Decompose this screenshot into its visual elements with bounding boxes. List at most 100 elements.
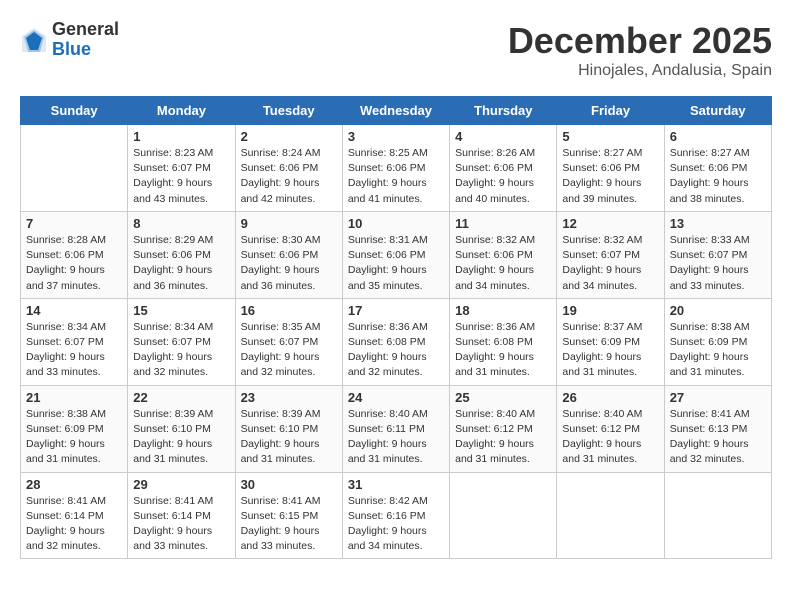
calendar-cell-w3-d1: 14 Sunrise: 8:34 AMSunset: 6:07 PMDaylig…: [21, 298, 128, 385]
date-number: 6: [670, 129, 766, 144]
calendar-cell-w2-d3: 9 Sunrise: 8:30 AMSunset: 6:06 PMDayligh…: [235, 211, 342, 298]
calendar-cell-w5-d6: [557, 472, 664, 559]
date-number: 17: [348, 303, 444, 318]
cell-info: Sunrise: 8:41 AMSunset: 6:15 PMDaylight:…: [241, 494, 337, 555]
date-number: 7: [26, 216, 122, 231]
calendar-cell-w4-d3: 23 Sunrise: 8:39 AMSunset: 6:10 PMDaylig…: [235, 385, 342, 472]
calendar-cell-w2-d5: 11 Sunrise: 8:32 AMSunset: 6:06 PMDaylig…: [450, 211, 557, 298]
cell-info: Sunrise: 8:24 AMSunset: 6:06 PMDaylight:…: [241, 146, 337, 207]
cell-info: Sunrise: 8:27 AMSunset: 6:06 PMDaylight:…: [670, 146, 766, 207]
calendar-cell-w5-d3: 30 Sunrise: 8:41 AMSunset: 6:15 PMDaylig…: [235, 472, 342, 559]
date-number: 3: [348, 129, 444, 144]
calendar-cell-w3-d2: 15 Sunrise: 8:34 AMSunset: 6:07 PMDaylig…: [128, 298, 235, 385]
header-sunday: Sunday: [21, 97, 128, 125]
cell-info: Sunrise: 8:41 AMSunset: 6:14 PMDaylight:…: [133, 494, 229, 555]
date-number: 13: [670, 216, 766, 231]
cell-info: Sunrise: 8:40 AMSunset: 6:12 PMDaylight:…: [562, 407, 658, 468]
header-tuesday: Tuesday: [235, 97, 342, 125]
date-number: 28: [26, 477, 122, 492]
date-number: 26: [562, 390, 658, 405]
location-title: Hinojales, Andalusia, Spain: [508, 62, 772, 80]
cell-info: Sunrise: 8:36 AMSunset: 6:08 PMDaylight:…: [348, 320, 444, 381]
cell-info: Sunrise: 8:35 AMSunset: 6:07 PMDaylight:…: [241, 320, 337, 381]
date-number: 21: [26, 390, 122, 405]
logo-general: General: [52, 19, 119, 39]
header-wednesday: Wednesday: [342, 97, 449, 125]
cell-info: Sunrise: 8:28 AMSunset: 6:06 PMDaylight:…: [26, 233, 122, 294]
calendar-cell-w5-d5: [450, 472, 557, 559]
calendar-week-4: 21 Sunrise: 8:38 AMSunset: 6:09 PMDaylig…: [21, 385, 772, 472]
cell-info: Sunrise: 8:40 AMSunset: 6:12 PMDaylight:…: [455, 407, 551, 468]
calendar-week-5: 28 Sunrise: 8:41 AMSunset: 6:14 PMDaylig…: [21, 472, 772, 559]
calendar-cell-w4-d1: 21 Sunrise: 8:38 AMSunset: 6:09 PMDaylig…: [21, 385, 128, 472]
cell-info: Sunrise: 8:39 AMSunset: 6:10 PMDaylight:…: [241, 407, 337, 468]
cell-info: Sunrise: 8:41 AMSunset: 6:13 PMDaylight:…: [670, 407, 766, 468]
calendar-cell-w1-d4: 3 Sunrise: 8:25 AMSunset: 6:06 PMDayligh…: [342, 125, 449, 212]
logo: General Blue: [20, 20, 119, 60]
date-number: 23: [241, 390, 337, 405]
cell-info: Sunrise: 8:29 AMSunset: 6:06 PMDaylight:…: [133, 233, 229, 294]
calendar-table: Sunday Monday Tuesday Wednesday Thursday…: [20, 96, 772, 559]
cell-info: Sunrise: 8:30 AMSunset: 6:06 PMDaylight:…: [241, 233, 337, 294]
date-number: 9: [241, 216, 337, 231]
date-number: 11: [455, 216, 551, 231]
date-number: 29: [133, 477, 229, 492]
cell-info: Sunrise: 8:40 AMSunset: 6:11 PMDaylight:…: [348, 407, 444, 468]
cell-info: Sunrise: 8:36 AMSunset: 6:08 PMDaylight:…: [455, 320, 551, 381]
cell-info: Sunrise: 8:32 AMSunset: 6:07 PMDaylight:…: [562, 233, 658, 294]
date-number: 2: [241, 129, 337, 144]
header-thursday: Thursday: [450, 97, 557, 125]
date-number: 15: [133, 303, 229, 318]
cell-info: Sunrise: 8:38 AMSunset: 6:09 PMDaylight:…: [670, 320, 766, 381]
calendar-cell-w5-d1: 28 Sunrise: 8:41 AMSunset: 6:14 PMDaylig…: [21, 472, 128, 559]
calendar-cell-w4-d2: 22 Sunrise: 8:39 AMSunset: 6:10 PMDaylig…: [128, 385, 235, 472]
calendar-cell-w5-d7: [664, 472, 771, 559]
calendar-week-2: 7 Sunrise: 8:28 AMSunset: 6:06 PMDayligh…: [21, 211, 772, 298]
date-number: 20: [670, 303, 766, 318]
calendar-cell-w3-d4: 17 Sunrise: 8:36 AMSunset: 6:08 PMDaylig…: [342, 298, 449, 385]
date-number: 10: [348, 216, 444, 231]
calendar-header-row: Sunday Monday Tuesday Wednesday Thursday…: [21, 97, 772, 125]
cell-info: Sunrise: 8:38 AMSunset: 6:09 PMDaylight:…: [26, 407, 122, 468]
calendar-cell-w1-d2: 1 Sunrise: 8:23 AMSunset: 6:07 PMDayligh…: [128, 125, 235, 212]
date-number: 8: [133, 216, 229, 231]
cell-info: Sunrise: 8:27 AMSunset: 6:06 PMDaylight:…: [562, 146, 658, 207]
cell-info: Sunrise: 8:42 AMSunset: 6:16 PMDaylight:…: [348, 494, 444, 555]
title-section: December 2025 Hinojales, Andalusia, Spai…: [508, 20, 772, 80]
cell-info: Sunrise: 8:23 AMSunset: 6:07 PMDaylight:…: [133, 146, 229, 207]
calendar-cell-w4-d5: 25 Sunrise: 8:40 AMSunset: 6:12 PMDaylig…: [450, 385, 557, 472]
calendar-cell-w2-d1: 7 Sunrise: 8:28 AMSunset: 6:06 PMDayligh…: [21, 211, 128, 298]
cell-info: Sunrise: 8:37 AMSunset: 6:09 PMDaylight:…: [562, 320, 658, 381]
calendar-cell-w1-d7: 6 Sunrise: 8:27 AMSunset: 6:06 PMDayligh…: [664, 125, 771, 212]
date-number: 18: [455, 303, 551, 318]
date-number: 24: [348, 390, 444, 405]
cell-info: Sunrise: 8:31 AMSunset: 6:06 PMDaylight:…: [348, 233, 444, 294]
date-number: 4: [455, 129, 551, 144]
calendar-cell-w2-d4: 10 Sunrise: 8:31 AMSunset: 6:06 PMDaylig…: [342, 211, 449, 298]
calendar-cell-w1-d3: 2 Sunrise: 8:24 AMSunset: 6:06 PMDayligh…: [235, 125, 342, 212]
date-number: 25: [455, 390, 551, 405]
month-title: December 2025: [508, 20, 772, 62]
cell-info: Sunrise: 8:32 AMSunset: 6:06 PMDaylight:…: [455, 233, 551, 294]
cell-info: Sunrise: 8:33 AMSunset: 6:07 PMDaylight:…: [670, 233, 766, 294]
calendar-cell-w1-d6: 5 Sunrise: 8:27 AMSunset: 6:06 PMDayligh…: [557, 125, 664, 212]
cell-info: Sunrise: 8:25 AMSunset: 6:06 PMDaylight:…: [348, 146, 444, 207]
cell-info: Sunrise: 8:39 AMSunset: 6:10 PMDaylight:…: [133, 407, 229, 468]
logo-blue: Blue: [52, 39, 91, 59]
date-number: 19: [562, 303, 658, 318]
date-number: 22: [133, 390, 229, 405]
calendar-cell-w2-d6: 12 Sunrise: 8:32 AMSunset: 6:07 PMDaylig…: [557, 211, 664, 298]
header-friday: Friday: [557, 97, 664, 125]
calendar-cell-w3-d3: 16 Sunrise: 8:35 AMSunset: 6:07 PMDaylig…: [235, 298, 342, 385]
page-header: General Blue December 2025 Hinojales, An…: [20, 20, 772, 80]
header-monday: Monday: [128, 97, 235, 125]
calendar-week-3: 14 Sunrise: 8:34 AMSunset: 6:07 PMDaylig…: [21, 298, 772, 385]
calendar-cell-w5-d4: 31 Sunrise: 8:42 AMSunset: 6:16 PMDaylig…: [342, 472, 449, 559]
logo-icon: [20, 26, 48, 54]
calendar-cell-w4-d6: 26 Sunrise: 8:40 AMSunset: 6:12 PMDaylig…: [557, 385, 664, 472]
date-number: 30: [241, 477, 337, 492]
header-saturday: Saturday: [664, 97, 771, 125]
calendar-cell-w2-d2: 8 Sunrise: 8:29 AMSunset: 6:06 PMDayligh…: [128, 211, 235, 298]
cell-info: Sunrise: 8:26 AMSunset: 6:06 PMDaylight:…: [455, 146, 551, 207]
cell-info: Sunrise: 8:41 AMSunset: 6:14 PMDaylight:…: [26, 494, 122, 555]
